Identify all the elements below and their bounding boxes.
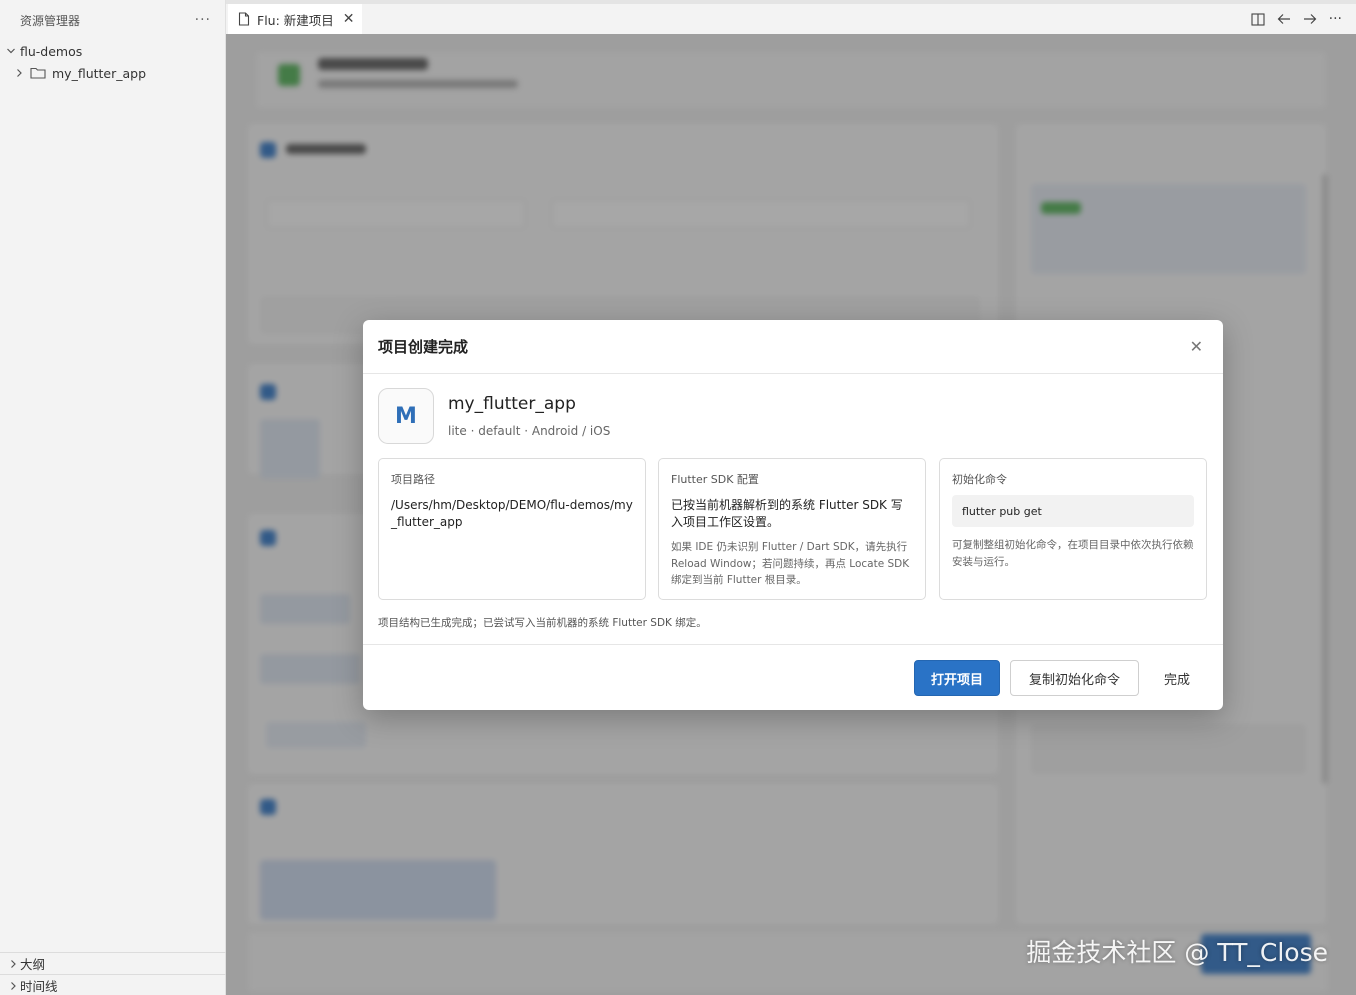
project-path-value: /Users/hm/Desktop/DEMO/flu-demos/my_flut…: [391, 498, 633, 529]
go-back-icon[interactable]: [1277, 13, 1291, 25]
card-label: 初始化命令: [952, 473, 1007, 486]
project-meta: lite · default · Android / iOS: [448, 424, 611, 438]
editor-actions: ···: [1251, 4, 1342, 34]
status-note: 项目结构已生成完成；已尝试写入当前机器的系统 Flutter SDK 绑定。: [378, 617, 707, 629]
project-summary: M my_flutter_app lite · default · Androi…: [378, 388, 610, 444]
chevron-right-icon: [12, 68, 26, 78]
init-hint-text: 可复制整组初始化命令，在项目目录中依次执行依赖安装与运行。: [952, 539, 1194, 568]
project-created-dialog: 项目创建完成 ✕ M my_flutter_app lite · default…: [363, 320, 1223, 710]
explorer-header: 资源管理器 ···: [0, 0, 225, 40]
explorer-sidebar: 资源管理器 ··· flu-demos my_flutter_app 大纲 时间…: [0, 0, 226, 995]
explorer-title: 资源管理器: [20, 13, 81, 28]
watermark-text: 掘金技术社区 @ TT_Close: [1026, 938, 1328, 967]
tab-new-project[interactable]: Flu: 新建项目 ✕: [228, 4, 362, 34]
tab-label: Flu: 新建项目: [257, 12, 334, 28]
chevron-down-icon: [4, 46, 18, 56]
dialog-title: 项目创建完成: [378, 338, 469, 356]
timeline-section[interactable]: 时间线: [0, 974, 226, 995]
tree-item-my-flutter-app[interactable]: my_flutter_app: [0, 62, 225, 84]
open-project-button[interactable]: 打开项目: [914, 660, 1000, 696]
project-path-card: 项目路径 /Users/hm/Desktop/DEMO/flu-demos/my…: [378, 458, 646, 600]
split-editor-icon[interactable]: [1251, 12, 1265, 26]
tree-item-flu-demos[interactable]: flu-demos: [0, 40, 225, 62]
chevron-right-icon: [6, 959, 20, 969]
tree-item-label: flu-demos: [20, 43, 83, 59]
editor-tab-bar: Flu: 新建项目 ✕ ···: [226, 0, 1356, 34]
init-command-box[interactable]: flutter pub get: [952, 495, 1194, 527]
sdk-status-text: 已按当前机器解析到的系统 Flutter SDK 写入项目工作区设置。: [671, 498, 903, 529]
flutter-sdk-card: Flutter SDK 配置 已按当前机器解析到的系统 Flutter SDK …: [658, 458, 926, 600]
copy-init-command-button[interactable]: 复制初始化命令: [1010, 660, 1139, 696]
tab-close-icon[interactable]: ✕: [343, 11, 355, 27]
file-icon: [238, 12, 250, 26]
outline-section[interactable]: 大纲: [0, 952, 226, 974]
dialog-header: 项目创建完成 ✕: [363, 320, 1223, 374]
go-forward-icon[interactable]: [1303, 13, 1317, 25]
sdk-hint-text: 如果 IDE 仍未识别 Flutter / Dart SDK，请先执行 Relo…: [671, 541, 910, 586]
close-icon[interactable]: ✕: [1190, 337, 1203, 356]
project-info: my_flutter_app lite · default · Android …: [448, 388, 610, 438]
chevron-right-icon: [6, 981, 20, 991]
folder-icon: [30, 67, 46, 79]
explorer-more-icon[interactable]: ···: [195, 12, 211, 28]
done-button[interactable]: 完成: [1149, 660, 1205, 696]
timeline-label: 时间线: [20, 979, 58, 994]
card-label: 项目路径: [391, 473, 435, 486]
project-avatar: M: [378, 388, 434, 444]
tree-item-label: my_flutter_app: [52, 65, 147, 81]
more-actions-icon[interactable]: ···: [1329, 11, 1342, 27]
card-label: Flutter SDK 配置: [671, 473, 759, 486]
outline-label: 大纲: [20, 957, 46, 972]
project-name: my_flutter_app: [448, 394, 576, 414]
init-command-card: 初始化命令 flutter pub get 可复制整组初始化命令，在项目目录中依…: [939, 458, 1207, 600]
dialog-footer: 打开项目 复制初始化命令 完成: [363, 644, 1223, 710]
